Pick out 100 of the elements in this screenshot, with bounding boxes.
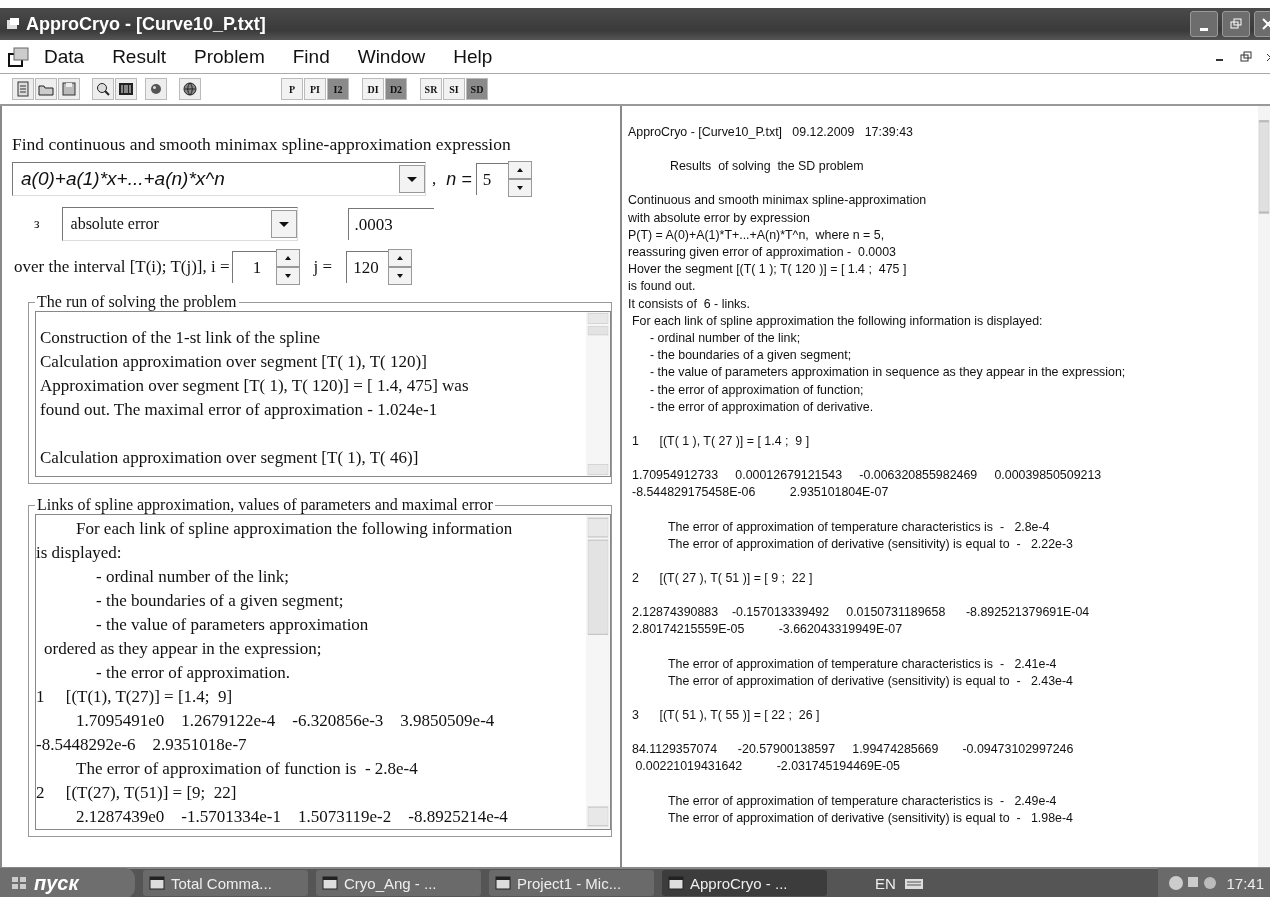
vertical-scrollbar[interactable] bbox=[586, 312, 610, 476]
links-line: 2 [(T(27), T(51)] = [9; 22] bbox=[36, 782, 238, 804]
log-line: Calculation approximation over segment [T( 1), T( 46)] bbox=[40, 447, 420, 469]
toolbar-button[interactable]: SI bbox=[443, 78, 465, 100]
links-line: For each link of spline approximation the following information bbox=[75, 518, 514, 540]
globe-icon bbox=[182, 81, 198, 97]
report-line: Hover the segment [(T( 1 ); T( 120 )] = [ 1.4 ; 475 ] bbox=[628, 261, 908, 279]
menu-item[interactable]: Data bbox=[44, 45, 85, 68]
document-icon bbox=[15, 81, 31, 97]
expression-dropdown[interactable]: a(0)+a(1)*x+...+a(n)*x^n bbox=[12, 162, 426, 196]
window-icon bbox=[668, 875, 684, 891]
report-line: Continuous and smooth minimax spline-approximation bbox=[628, 192, 928, 210]
group-title: Links of spline approximation, values of parameters and maximal error bbox=[36, 496, 494, 514]
comma-text: , bbox=[432, 169, 437, 189]
vertical-scrollbar[interactable] bbox=[586, 515, 610, 829]
report-line: 2 [(T( 27 ), T( 51 )] = [ 9 ; 22 ] bbox=[631, 570, 814, 588]
log-line: Calculation approximation over segment [T( 1), T( 120)] bbox=[40, 351, 428, 373]
spin-buttons[interactable] bbox=[388, 249, 413, 285]
report-line: P(T) = A(0)+A(1)*T+...+A(n)*T^n, where n = 5, bbox=[628, 226, 886, 244]
start-button[interactable]: пуск bbox=[0, 868, 135, 897]
tray-icons[interactable] bbox=[1168, 874, 1219, 892]
links-line: - ordinal number of the link; bbox=[95, 566, 291, 588]
toolbar-button[interactable] bbox=[179, 78, 201, 100]
spin-buttons[interactable] bbox=[507, 161, 532, 197]
links-line: 1.7095491e0 1.2679122e-4 -6.320856e-3 3.9850509e-4 bbox=[75, 710, 496, 732]
restore-icon[interactable] bbox=[1240, 50, 1252, 63]
toolbar-button[interactable]: DI bbox=[362, 78, 384, 100]
report-line: For each link of spline approximation the following information is displayed: bbox=[631, 312, 1044, 330]
j-label: j = bbox=[313, 257, 333, 277]
minimize-button[interactable] bbox=[1190, 11, 1218, 37]
links-line: 1 [(T(1), T(27)] = [1.4; 9] bbox=[36, 686, 234, 708]
toolbar-button[interactable]: D2 bbox=[385, 78, 407, 100]
error-field[interactable]: .0003 bbox=[347, 208, 434, 240]
taskbar-button[interactable]: ApproCryo - ... bbox=[662, 870, 827, 896]
taskbar-button[interactable]: Total Comma... bbox=[143, 870, 308, 896]
report-line: 84.1129357074 -20.57900138597 1.99474285669 -0.09473102997246 bbox=[631, 741, 1075, 759]
report-line: It consists of 6 - links. bbox=[628, 295, 751, 313]
links-line: - the value of parameters approximation bbox=[95, 614, 370, 636]
keyboard-icon[interactable] bbox=[903, 876, 924, 890]
taskbar-button[interactable]: Project1 - Mic... bbox=[489, 870, 654, 896]
window-icon bbox=[495, 875, 511, 891]
toolbar-button[interactable] bbox=[145, 78, 167, 100]
links-line: - the boundaries of a given segment; bbox=[95, 590, 345, 612]
menu-item[interactable]: Problem bbox=[194, 45, 265, 68]
n-label: n = bbox=[446, 168, 472, 190]
restore-button[interactable] bbox=[1222, 11, 1250, 37]
window-title: ApproCryo - [Curve10_P.txt] bbox=[26, 13, 266, 35]
restore-icon bbox=[1229, 17, 1243, 31]
vertical-scrollbar[interactable] bbox=[1258, 106, 1270, 867]
report-line: with absolute error by expression bbox=[628, 209, 811, 227]
log-line: found out. The maximal error of approximation - 1.024e-1 bbox=[40, 399, 439, 421]
toolbar-button[interactable]: PI bbox=[304, 78, 326, 100]
report-line: 2.80174215559E-05 -3.662043319949E-07 bbox=[631, 621, 904, 639]
menu-item[interactable]: Help bbox=[453, 45, 493, 68]
n-field[interactable]: 5 bbox=[475, 163, 508, 195]
report-line: The error of approximation of derivative (sensitivity) is equal to - 2.22e-3 bbox=[667, 535, 1074, 553]
spin-buttons[interactable] bbox=[275, 249, 300, 285]
taskbar-button[interactable]: Cryo_Ang - ... bbox=[316, 870, 481, 896]
i-field[interactable]: 1 bbox=[231, 251, 276, 283]
log-line: Construction of the 1-st link of the spline bbox=[40, 327, 321, 349]
magnifier-icon bbox=[95, 81, 111, 97]
links-line: - the error of approximation. bbox=[95, 662, 291, 684]
toolbar-button[interactable] bbox=[92, 78, 114, 100]
report-line: - the value of parameters approximation in sequence as they appear in the expression; bbox=[649, 364, 1127, 382]
language-indicator[interactable]: EN bbox=[875, 874, 896, 892]
report-line: The error of approximation of derivative (sensitivity) is equal to - 1.98e-4 bbox=[667, 809, 1074, 827]
group-title: The run of solving the problem bbox=[36, 293, 238, 311]
links-line: is displayed: bbox=[36, 542, 123, 564]
toolbar-button[interactable] bbox=[115, 78, 137, 100]
barcode-icon bbox=[118, 81, 134, 97]
menu-item[interactable]: Result bbox=[112, 45, 166, 68]
epsilon-label: з bbox=[34, 216, 40, 232]
menu-item[interactable]: Find bbox=[292, 45, 330, 68]
toolbar-button[interactable]: I2 bbox=[327, 78, 349, 100]
app-icon bbox=[6, 17, 20, 31]
toolbar-button[interactable]: P bbox=[281, 78, 303, 100]
report-line: The error of approximation of derivative (sensitivity) is equal to - 2.43e-4 bbox=[667, 672, 1074, 690]
menu-item[interactable]: Window bbox=[357, 45, 426, 68]
links-line: The error of approximation of function is - 2.8e-4 bbox=[75, 758, 419, 780]
report-line: Results of solving the SD problem bbox=[669, 158, 865, 176]
report-line: -8.544829175458E-06 2.935101804E-07 bbox=[631, 484, 890, 502]
interval-label: over the interval [T(i); T(j)], i = bbox=[14, 257, 230, 277]
log-line: Approximation over segment [T( 1), T( 120)] = [ 1.4, 475] was bbox=[40, 375, 470, 397]
links-line: 2.1287439e0 -1.5701334e-1 1.5073119e-2 -8.8925214e-4 bbox=[75, 806, 509, 828]
form-heading: Find continuous and smooth minimax spline-approximation expression bbox=[12, 134, 512, 155]
report-line: - ordinal number of the link; bbox=[649, 330, 802, 348]
toolbar-button[interactable]: SD bbox=[466, 78, 488, 100]
report-line: The error of approximation of temperature characteristics is - 2.49e-4 bbox=[667, 792, 1058, 810]
report-line: ApproCryo - [Curve10_P.txt] 09.12.2009 17:39:43 bbox=[628, 124, 914, 141]
minimize-icon bbox=[1200, 27, 1208, 31]
toolbar-button[interactable]: SR bbox=[420, 78, 442, 100]
report-line: 3 [(T( 51 ), T( 55 )] = [ 22 ; 26 ] bbox=[631, 707, 821, 725]
report-line: The error of approximation of temperature characteristics is - 2.8e-4 bbox=[667, 518, 1051, 536]
report-line: - the boundaries of a given segment; bbox=[649, 347, 853, 365]
links-line: ordered as they appear in the expression; bbox=[43, 638, 323, 660]
windows-logo-icon bbox=[10, 875, 28, 891]
window-icon bbox=[322, 875, 338, 891]
error-type-dropdown[interactable]: absolute error bbox=[61, 207, 298, 241]
links-line: -8.5448292e-6 2.9351018e-7 bbox=[36, 734, 248, 756]
sphere-icon bbox=[148, 81, 164, 97]
